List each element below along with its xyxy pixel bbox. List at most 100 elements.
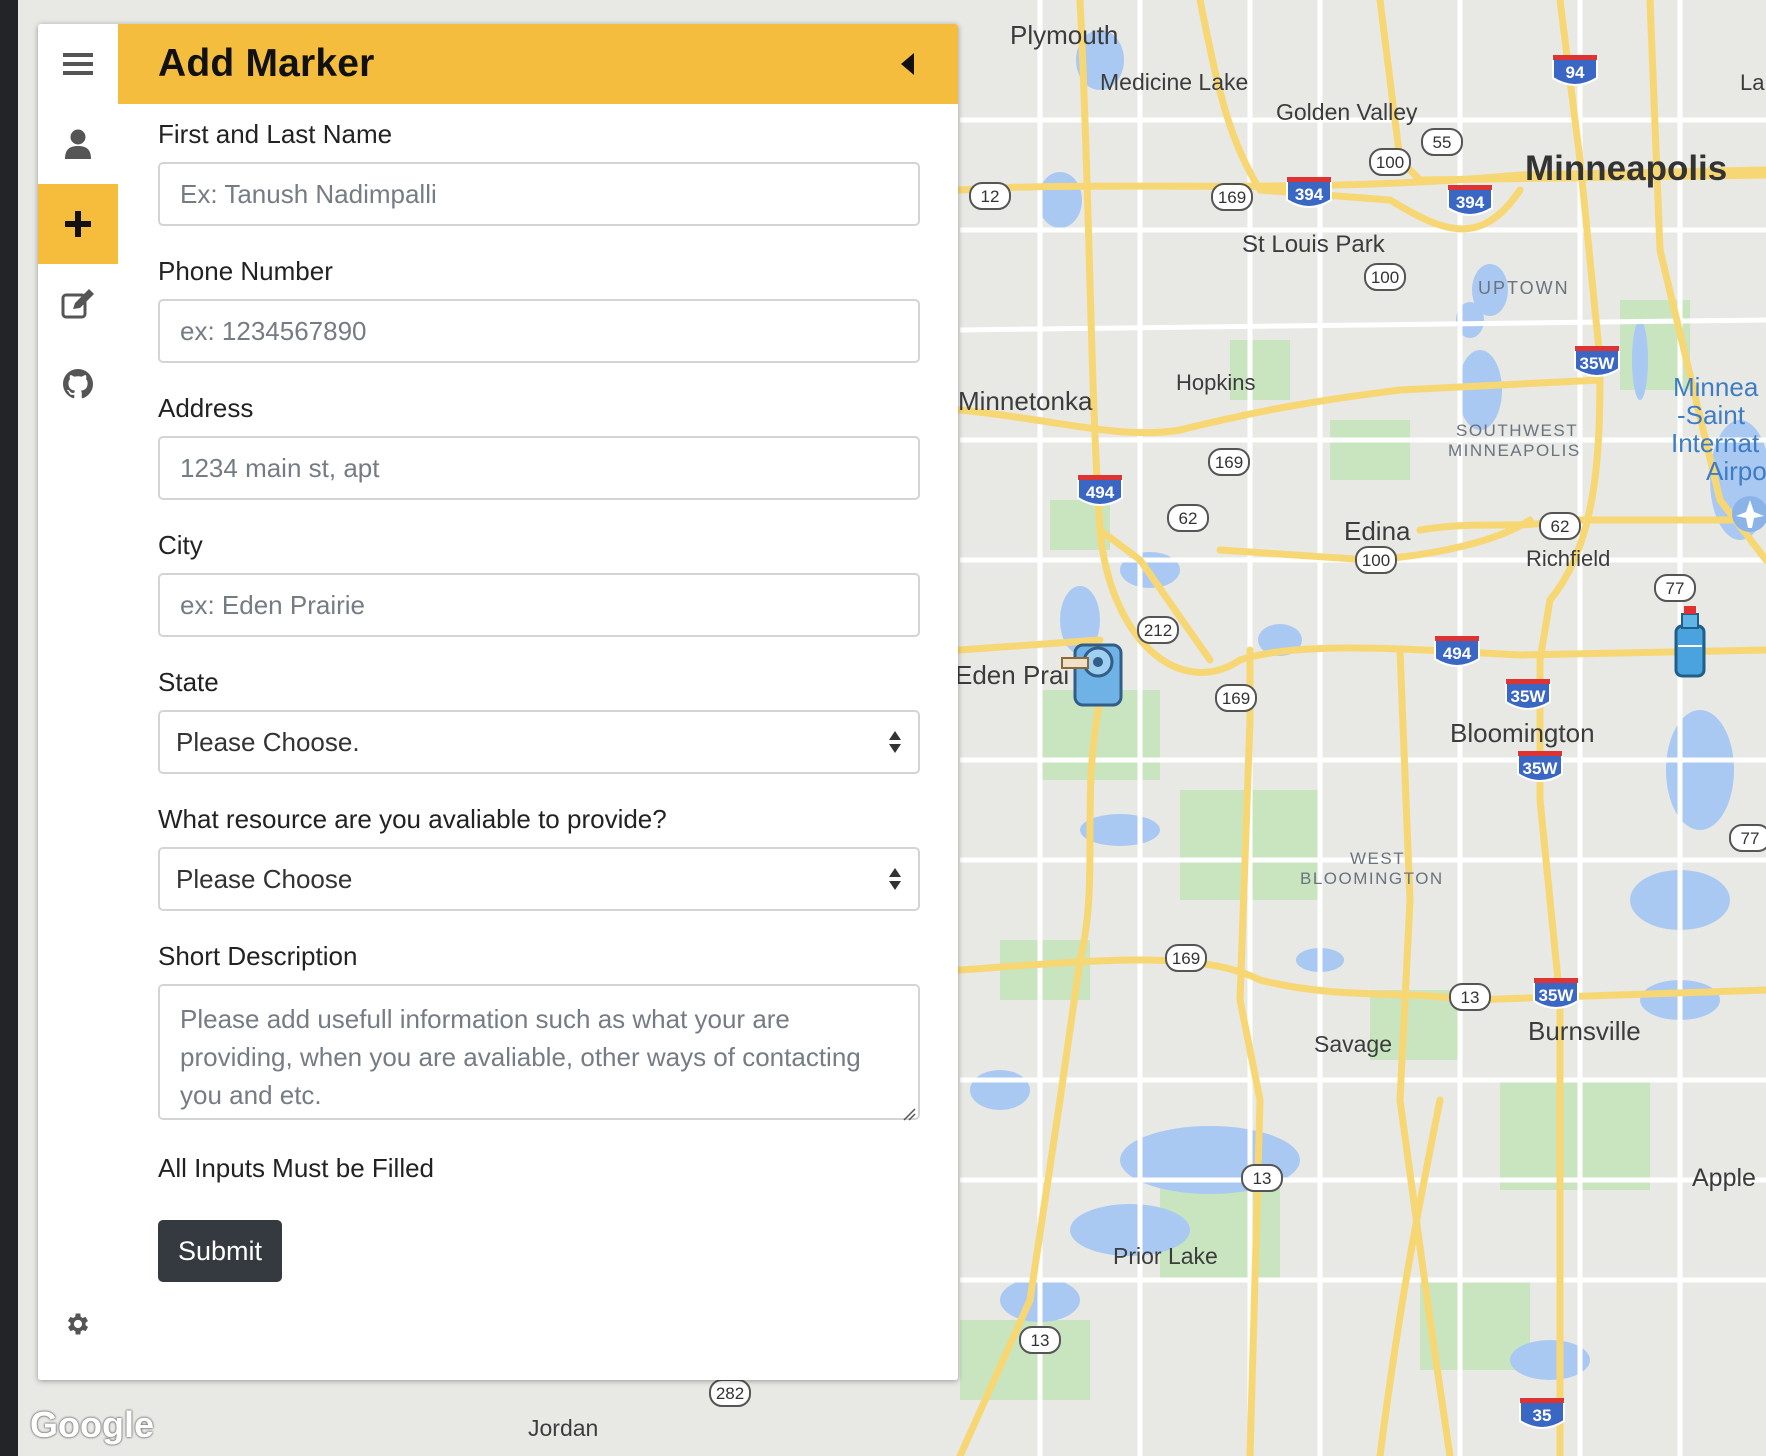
route-shield: 13 (1019, 1326, 1061, 1354)
route-shield: 62 (1167, 504, 1209, 532)
edit-icon (61, 289, 94, 319)
resize-handle-icon[interactable] (902, 1107, 916, 1121)
google-logo: Google (30, 1404, 154, 1445)
route-shield: 394 (1286, 177, 1332, 208)
route-shield-label: 77 (1666, 579, 1685, 598)
validation-note: All Inputs Must be Filled (158, 1153, 435, 1183)
github-icon (63, 369, 93, 399)
route-shield: 35 (1519, 1398, 1565, 1429)
route-shield: 494 (1077, 475, 1123, 506)
route-shield-label: 169 (1172, 949, 1200, 968)
label-apple: Apple (1692, 1164, 1756, 1192)
route-shield: 494 (1434, 636, 1480, 667)
label-st-louis-park: St Louis Park (1242, 231, 1386, 258)
route-shield-label: 394 (1295, 185, 1324, 204)
label-prior-lake: Prior Lake (1113, 1243, 1218, 1269)
route-shield: 77 (1729, 824, 1766, 852)
pane-title: Add Marker (158, 42, 375, 85)
submit-button[interactable]: Submit (158, 1220, 283, 1282)
phone-input[interactable] (158, 299, 920, 363)
route-shield: 212 (1137, 616, 1179, 644)
pane-header: Add Marker (118, 24, 958, 104)
label-golden-valley: Golden Valley (1276, 99, 1418, 125)
tab-github[interactable] (38, 344, 118, 424)
route-shield-label: 13 (1461, 988, 1480, 1007)
label-airport-2: -Saint (1677, 400, 1746, 430)
label-edina: Edina (1344, 516, 1411, 546)
route-shield: 394 (1447, 185, 1493, 216)
hamburger-icon (63, 53, 93, 75)
name-input[interactable] (158, 162, 920, 226)
route-shield-label: 100 (1376, 153, 1404, 172)
route-shield: 62 (1539, 512, 1581, 540)
label-airport-1: Minnea (1673, 372, 1759, 402)
route-shield-label: 212 (1144, 621, 1172, 640)
resource-select[interactable]: Please Choose (158, 847, 920, 911)
route-shield-label: 13 (1031, 1331, 1050, 1350)
route-shield: 35W (1574, 346, 1620, 377)
state-select-value: Please Choose. (176, 726, 360, 757)
route-shield: 100 (1364, 263, 1406, 291)
description-label: Short Description (158, 941, 358, 971)
label-plymouth: Plymouth (1010, 20, 1118, 50)
route-shield: 35W (1505, 679, 1551, 710)
label-eden-prairie: Eden Prai (955, 660, 1069, 690)
tab-menu[interactable] (38, 24, 118, 104)
route-shield-label: 35W (1523, 759, 1559, 778)
tab-edit[interactable] (38, 264, 118, 344)
label-jordan: Jordan (528, 1415, 598, 1441)
collapse-button[interactable] (888, 44, 928, 84)
route-shield-label: 62 (1179, 509, 1198, 528)
label-west-bloomington-2: BLOOMINGTON (1300, 869, 1444, 888)
resource-label: What resource are you avaliable to provi… (158, 804, 667, 834)
label-medicine-lake: Medicine Lake (1100, 69, 1248, 95)
city-label: City (158, 530, 203, 560)
route-shield-label: 169 (1215, 453, 1243, 472)
route-shield-label: 62 (1551, 517, 1570, 536)
label-airport-4: Airpo (1706, 456, 1766, 486)
route-shield: 100 (1369, 148, 1411, 176)
add-marker-pane: Add Marker First and Last Name Phone Num… (118, 24, 958, 1380)
city-input[interactable] (158, 573, 920, 637)
label-minneapolis: Minneapolis (1525, 149, 1727, 188)
label-southwest-2: MINNEAPOLIS (1448, 441, 1581, 460)
label-west-bloomington-1: WEST (1350, 849, 1405, 868)
address-input[interactable] (158, 436, 920, 500)
state-select[interactable]: Please Choose. (158, 710, 920, 774)
description-textarea[interactable] (158, 984, 920, 1120)
route-shield-label: 169 (1222, 689, 1250, 708)
resource-select-value: Please Choose (176, 863, 353, 894)
label-bloomington: Bloomington (1450, 718, 1595, 748)
route-shield-label: 77 (1741, 829, 1760, 848)
route-shield: 94 (1552, 55, 1598, 86)
route-shield-label: 494 (1443, 644, 1472, 663)
add-marker-form: First and Last Name Phone Number Address… (118, 106, 958, 1282)
route-shield: 13 (1241, 1164, 1283, 1192)
label-savage: Savage (1314, 1031, 1392, 1057)
state-label: State (158, 667, 219, 697)
sidebar-tabs (38, 24, 118, 1380)
route-shield-label: 169 (1218, 188, 1246, 207)
route-shield-label: 94 (1566, 63, 1585, 82)
tab-add-marker[interactable] (38, 184, 118, 264)
route-shield: 55 (1421, 128, 1463, 156)
route-shield-label: 282 (716, 1384, 744, 1403)
route-shield-label: 100 (1371, 268, 1399, 287)
caret-left-icon (901, 53, 914, 75)
label-airport-3: Internat (1671, 428, 1760, 458)
route-shield: 100 (1355, 546, 1397, 574)
route-shield: 282 (709, 1379, 751, 1407)
user-icon (65, 129, 91, 159)
tab-settings[interactable] (38, 1284, 118, 1364)
phone-label: Phone Number (158, 256, 333, 286)
route-shield: 169 (1165, 944, 1207, 972)
route-shield-label: 35W (1580, 354, 1616, 373)
route-shield-label: 13 (1253, 1169, 1272, 1188)
tab-profile[interactable] (38, 104, 118, 184)
label-burnsville: Burnsville (1528, 1016, 1641, 1046)
route-shield: 169 (1208, 448, 1250, 476)
name-label: First and Last Name (158, 119, 393, 149)
route-shield: 169 (1211, 183, 1253, 211)
route-shield-label: 100 (1362, 551, 1390, 570)
select-arrows-icon (889, 868, 901, 890)
